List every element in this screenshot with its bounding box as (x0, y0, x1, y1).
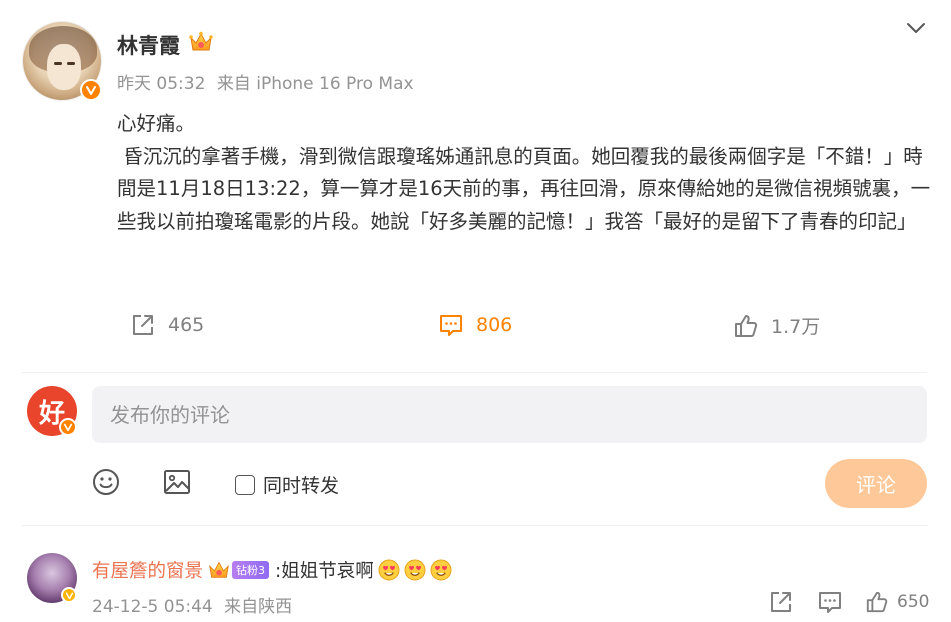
share-count: 465 (168, 314, 205, 336)
heart-eyes-emoji (404, 559, 426, 581)
post-action-bar: 465 806 1.7万 (0, 306, 951, 346)
comment-line: 有屋簷的窗景 钻粉3 :姐姐节哀啊 (92, 557, 452, 583)
current-user-avatar[interactable]: 好 (27, 386, 77, 436)
comment-icon[interactable] (817, 589, 843, 615)
submit-comment-button[interactable]: 评论 (825, 459, 927, 508)
verified-icon (59, 418, 77, 436)
like-button[interactable]: 1.7万 (733, 312, 820, 339)
crown-icon (209, 561, 229, 578)
repost-label: 同时转发 (263, 475, 340, 497)
like-icon (735, 314, 758, 337)
comment-button[interactable]: 806 (438, 312, 512, 338)
crown-icon (189, 31, 213, 51)
emoji-icon[interactable] (91, 467, 121, 497)
commenter-avatar[interactable] (27, 553, 77, 603)
comment-like-button[interactable]: 650 (865, 590, 929, 614)
comment-meta: 24-12-5 05:44 来自陕西 (92, 592, 298, 617)
post-paragraph-2: 昏沉沉的拿著手機，滑到微信跟瓊瑤姊通訊息的頁面。她回覆我的最後兩個字是「不錯！」… (117, 144, 931, 233)
verified-icon (80, 79, 102, 101)
repost-checkbox[interactable] (235, 474, 255, 495)
share-icon (133, 315, 153, 335)
comment-location: 来自陕西 (224, 597, 293, 617)
comment-count: 806 (476, 314, 513, 336)
post-content: 心好痛。 昏沉沉的拿著手機，滑到微信跟瓊瑤姊通訊息的頁面。她回覆我的最後兩個字是… (117, 108, 937, 238)
post-meta: 昨天 05:32 来自 iPhone 16 Pro Max (117, 69, 420, 94)
divider (22, 525, 927, 526)
divider (22, 372, 927, 373)
like-icon (866, 591, 888, 613)
post-source: 来自 iPhone 16 Pro Max (216, 74, 414, 94)
comment-icon (440, 315, 462, 336)
commenter-name[interactable]: 有屋簷的窗景 (92, 557, 203, 583)
comment-input[interactable] (92, 386, 927, 443)
comment-like-count: 650 (897, 592, 930, 612)
heart-eyes-emoji (378, 559, 400, 581)
share-button[interactable]: 465 (130, 312, 204, 338)
like-count: 1.7万 (771, 316, 821, 338)
author-name[interactable]: 林青霞 (117, 30, 180, 60)
fan-badge: 钻粉3 (232, 561, 270, 579)
verified-icon (61, 587, 77, 603)
share-icon[interactable] (768, 589, 794, 615)
chevron-down-icon[interactable] (904, 16, 928, 40)
image-icon[interactable] (162, 467, 192, 497)
heart-eyes-emoji (430, 559, 452, 581)
weibo-post: 林青霞 昨天 05:32 来自 iPhone 16 Pro Max 心好痛。 昏… (0, 0, 951, 622)
repost-toggle[interactable]: 同时转发 (235, 471, 339, 498)
comment-date: 24-12-5 05:44 (92, 597, 213, 617)
post-paragraph-1: 心好痛。 (117, 112, 196, 135)
comment-text: :姐姐节哀啊 (275, 561, 374, 582)
comment-emojis (374, 559, 452, 581)
post-time[interactable]: 昨天 05:32 (117, 74, 205, 94)
